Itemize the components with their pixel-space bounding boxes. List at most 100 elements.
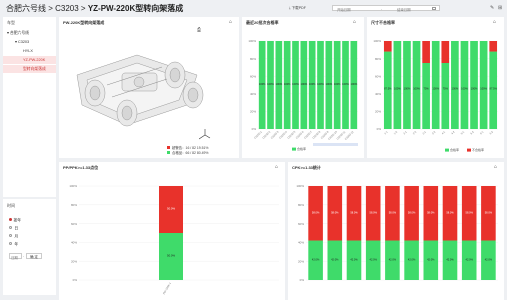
range-start-field[interactable]: 日期 (9, 253, 22, 260)
print-icon[interactable]: ⎙ (197, 27, 203, 33)
time-option-selected[interactable]: 按年 (9, 218, 21, 223)
y-tick-label: 80% (298, 203, 304, 207)
bar-value-label: 42.0% (370, 257, 378, 261)
time-title: 时间 (7, 203, 15, 208)
breadcrumb-path[interactable]: 合肥六号线 > C3203 > (6, 4, 88, 13)
tree-node-label: HYLX (23, 49, 33, 53)
tree-node[interactable]: 型转向架落成 (3, 65, 56, 73)
bar-value-label: 58.0% (427, 210, 435, 214)
download-pdf-button[interactable]: ⤓ 下载PDF (289, 6, 306, 11)
bar (460, 41, 469, 129)
y-tick-label: 100% (373, 39, 381, 43)
range-confirm-button[interactable]: 确 定 (26, 253, 42, 259)
range-start-placeholder: 日期 (11, 256, 18, 260)
home-icon[interactable]: ⌂ (275, 164, 281, 170)
legend-label: 合格率 (297, 146, 306, 151)
bar-value-label: 100% (309, 82, 316, 86)
end-date-field[interactable]: 结束日期 (397, 7, 411, 12)
bar-value-label: 100% (351, 82, 358, 86)
axis-gizmo-icon (199, 129, 211, 140)
bar-value-label: 100% (452, 86, 459, 90)
legend-swatch (167, 146, 170, 149)
bar (431, 41, 440, 129)
bar-value-label: 100% (259, 82, 266, 86)
bogie-3d-model[interactable] (67, 35, 217, 135)
legend-swatch (445, 148, 449, 152)
y-tick-label: 0% (300, 278, 305, 282)
y-tick-label: 80% (71, 203, 77, 207)
time-option[interactable]: 日 (9, 226, 18, 231)
fullscreen-icon[interactable]: ⊞ (498, 5, 502, 11)
x-tick-label: 4-1 (441, 129, 447, 135)
radio-icon (9, 234, 13, 238)
card-title: PP/PPK>=1.33点位 (63, 165, 99, 170)
model-tree-panel: 车型 ▾ 合肥六号线 ▾ C3203 HYLX YZ-PW-220K 型转向架落成 (3, 17, 56, 197)
bar-value-label: 100% (480, 86, 487, 90)
card-title: PW-220K型转向架落成 (63, 20, 105, 25)
calendar-icon (432, 7, 436, 11)
bar-value-label: 100% (432, 86, 439, 90)
time-option-label: 年 (14, 242, 19, 247)
bar-value-label: 100% (267, 82, 274, 86)
edit-icon[interactable]: ✎ (490, 5, 494, 11)
bar-value-label: 58.0% (312, 210, 320, 214)
legend-item: 合格品：66 / 82 80.49% (167, 151, 208, 156)
tree-node[interactable]: ▾ 合肥六号线 (3, 29, 56, 37)
x-tick-label: 4-2 (450, 129, 456, 135)
range-confirm-label: 确 定 (30, 255, 38, 259)
bar-value-label: 58.0% (370, 210, 378, 214)
tree-node[interactable]: HYLX (3, 47, 56, 55)
y-tick-label: 40% (375, 92, 381, 96)
card-title: 最近20批次合格率 (246, 20, 279, 25)
bar-value-label: 58.0% (485, 210, 493, 214)
tree-node-label: 合肥六号线 (9, 31, 29, 35)
bar-value-label: 100% (461, 86, 468, 90)
bar (422, 63, 430, 129)
home-icon[interactable]: ⌂ (229, 19, 235, 25)
dimension-fail-rate-card: 尺寸不合格率 ⌂ 100% 80% 60% 40% 20% 0% 87.5% 100% 100%… (367, 17, 504, 158)
y-tick-label: 60% (250, 74, 256, 78)
bar-value-label: 100% (334, 82, 341, 86)
x-tick-label: 3-1 (421, 129, 427, 135)
y-tick-label: 40% (71, 241, 77, 245)
time-option[interactable]: 月 (9, 234, 18, 239)
home-icon[interactable]: ⌂ (353, 19, 359, 25)
y-tick-label: 40% (250, 92, 256, 96)
tree-node[interactable]: YZ-PW-220K (3, 56, 56, 64)
bar (441, 41, 450, 63)
time-option-label: 月 (14, 234, 19, 239)
bar-value-label: 100% (394, 86, 401, 90)
y-tick-label: 0% (73, 278, 78, 282)
bar-value-label: 100% (284, 82, 291, 86)
bar (470, 41, 478, 129)
x-tick-label: 2-1 (402, 129, 408, 135)
range-separator: - (23, 254, 25, 258)
home-icon[interactable]: ⌂ (493, 19, 499, 25)
time-filter-panel: 时间 按年 日月年 日期 - 确 定 (3, 199, 56, 295)
legend-label: 合格品：66 / 82 80.49% (172, 151, 209, 155)
y-tick-label: 60% (375, 74, 381, 78)
legend-label: 合格率 (450, 147, 459, 152)
y-tick-label: 60% (71, 222, 77, 226)
card-title: CPK>=1.33统计 (292, 165, 321, 170)
y-tick-label: 40% (298, 241, 304, 245)
model-legend: 超警告：16 / 82 19.51% 合格品：66 / 82 80.49% (167, 146, 208, 156)
bar-value-label: 100% (276, 82, 283, 86)
page-title: YZ-PW-220K型转向架落成 (87, 4, 184, 13)
y-tick-label: 20% (375, 110, 381, 114)
x-tick-label: C3203-12 (344, 129, 355, 140)
bar-value-label: 42.0% (312, 257, 320, 261)
start-date-field[interactable]: 开始日期 (337, 7, 351, 12)
home-icon[interactable]: ⌂ (494, 164, 500, 170)
tree-node[interactable]: ▾ C3203 (3, 38, 56, 46)
tree-node-label: YZ-PW-220K (23, 58, 46, 62)
legend-swatch (292, 147, 296, 151)
time-option[interactable]: 年 (9, 242, 18, 247)
bar (451, 41, 459, 129)
bar-value-label: 42.0% (427, 257, 435, 261)
bar (393, 41, 402, 129)
pp-ppk-chart: 100% 80% 60% 40% 20% 0% 50.0% 50.0% PW-220K-1 (69, 184, 279, 295)
x-tick-label: 3-2 (431, 129, 437, 135)
date-range-picker[interactable]: 开始日期 - 结束日期 (332, 5, 440, 12)
page-header: 合肥六号线 > C3203 > YZ-PW-220K型转向架落成 ⤓ 下载PDF… (0, 0, 507, 15)
